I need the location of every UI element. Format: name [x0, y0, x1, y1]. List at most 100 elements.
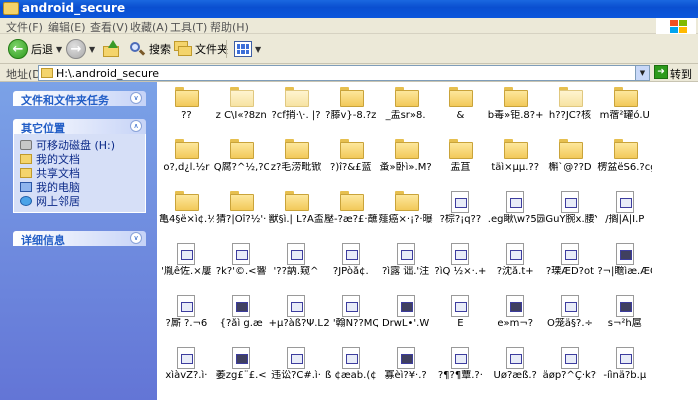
chevron-down-icon[interactable]: ∨	[130, 232, 142, 244]
file-item[interactable]: {?åì g.æ	[214, 290, 269, 342]
address-input[interactable]: H:\.android_secure ▼	[38, 65, 650, 81]
file-item[interactable]: DrwL•'.W	[378, 290, 433, 342]
item-label: 蚤»卧ì».M?	[379, 162, 432, 173]
file-item[interactable]: ?廝 ?.¬6	[159, 290, 214, 342]
file-item[interactable]: äøp?^Ç·k?¶	[543, 342, 597, 394]
search-button[interactable]: 搜索	[128, 38, 171, 60]
folder-icon	[394, 139, 419, 159]
menu-help[interactable]: 帮助(H)	[210, 19, 249, 35]
chevron-down-icon[interactable]: ▼	[635, 66, 649, 80]
file-item[interactable]: ?瑮ÆD?ot	[543, 238, 598, 290]
folder-item[interactable]: ?cf捎·\·. |?	[269, 82, 324, 134]
file-item[interactable]: ìGuY腕x.腰Y	[543, 186, 597, 238]
file-item[interactable]: ß ¢æab.(¢	[323, 342, 378, 394]
folder-item[interactable]: h??JC?核	[543, 82, 598, 134]
folder-item[interactable]: 猜?|Öî?½'·	[214, 186, 269, 238]
folder-item[interactable]: m蓿²罐ó.U	[597, 82, 652, 134]
item-label: 楞盆ëS6.?cg	[597, 162, 653, 173]
file-item[interactable]: ?¶?¶蕈.?·	[433, 342, 488, 394]
folder-item[interactable]: z C\I«?8zn	[214, 82, 269, 134]
folder-item[interactable]: täì×µµ.??	[488, 134, 543, 186]
item-label: 薤癌×·¡?·曝	[378, 214, 433, 225]
chevron-down-icon[interactable]: ∨	[130, 92, 142, 104]
folder-item[interactable]: 蚤»卧ì».M?	[378, 134, 433, 186]
chevron-up-icon[interactable]: ∧	[130, 120, 142, 132]
menu-favorites[interactable]: 收藏(A)	[130, 19, 168, 35]
file-item[interactable]: 寡èì?¥·.?	[378, 342, 433, 394]
tasks-panel-header[interactable]: 文件和文件夹任务 ∨	[13, 91, 146, 107]
place-shared-documents[interactable]: 共享文档	[20, 166, 139, 180]
go-button[interactable]: 转到	[670, 66, 692, 82]
views-button[interactable]: ▼	[234, 38, 261, 60]
file-icon	[232, 295, 251, 317]
place-removable-disk[interactable]: 可移动磁盘 (H:)	[20, 138, 139, 152]
folder-item[interactable]: &	[433, 82, 488, 134]
folder-item[interactable]: 獸§ì.| L?A盃	[269, 186, 323, 238]
folder-item[interactable]: ?)î?&£蓝	[323, 134, 378, 186]
menu-tools[interactable]: 工具(T)	[170, 19, 207, 35]
folder-item[interactable]: ??	[159, 82, 214, 134]
file-item[interactable]: e»m¬?	[488, 290, 543, 342]
item-label: 违讼?C#.ì·	[271, 370, 321, 381]
folder-item[interactable]: 壓-?æ?£·蘸	[323, 186, 378, 238]
file-item[interactable]: .eg瞅\w?5园	[488, 186, 543, 238]
folder-item[interactable]: 盂苴	[433, 134, 488, 186]
folder-item[interactable]: 楞盆ëS6.?cg	[597, 134, 652, 186]
menu-view[interactable]: 查看(V)	[90, 19, 128, 35]
file-item[interactable]: ?ìQ ½×·.+	[433, 238, 488, 290]
place-network[interactable]: 网上邻居	[20, 194, 139, 208]
folder-item[interactable]: z?毛涝毗锨	[269, 134, 324, 186]
folder-item[interactable]: o?,d¿l.½r	[159, 134, 214, 186]
folder-item[interactable]: _盂sr»8.	[378, 82, 433, 134]
folder-item[interactable]: ?藤v}-8.?z	[323, 82, 378, 134]
chevron-down-icon[interactable]: ▼	[56, 45, 62, 54]
file-icon	[615, 191, 634, 213]
file-item[interactable]: ?¬|瞻ìæ.ÆÓ	[597, 238, 652, 290]
other-places-header[interactable]: 其它位置 ∧	[13, 119, 146, 135]
menu-edit[interactable]: 编辑(E)	[48, 19, 86, 35]
folder-item[interactable]: 亀4§ë×ì¢.½缺	[159, 186, 214, 238]
file-item[interactable]: ?ì露 诎.'注	[378, 238, 433, 290]
file-item[interactable]: O笼ä§?.÷	[543, 290, 598, 342]
other-places-list: 可移动磁盘 (H:) 我的文档 共享文档 我的电脑 网上邻居	[13, 134, 146, 213]
file-item[interactable]: '胤ê佐.×屢	[159, 238, 214, 290]
toolbar-separator	[226, 40, 227, 58]
file-icon	[232, 243, 251, 265]
folder-icon	[339, 87, 364, 107]
place-my-documents[interactable]: 我的文档	[20, 152, 139, 166]
file-item[interactable]: '??訥.窥^	[269, 238, 324, 290]
file-item[interactable]: +µ?àß?Ψ.LS	[269, 290, 323, 342]
forward-button[interactable]: → ▼	[66, 38, 95, 60]
folder-item[interactable]: Q腐?^½,?ÓÎ	[214, 134, 269, 186]
file-item[interactable]: ?JPòå¢.	[323, 238, 378, 290]
file-item[interactable]: 萎zg£¨£.<	[214, 342, 269, 394]
go-arrow-icon[interactable]: ➜	[654, 65, 668, 79]
place-my-computer[interactable]: 我的电脑	[20, 180, 139, 194]
details-header[interactable]: 详细信息 ∨	[13, 231, 146, 247]
folders-button[interactable]: 文件夹	[174, 38, 228, 60]
file-list[interactable]: ?? z C\I«?8zn ?cf捎·\·. |? ?藤v}-8.?z _盂sr»8. &…	[157, 82, 698, 400]
folder-item[interactable]: 薤癌×·¡?·曝	[378, 186, 433, 238]
chevron-down-icon[interactable]: ▼	[89, 45, 95, 54]
tasks-panel-title: 文件和文件夹任务	[21, 94, 109, 107]
file-item[interactable]: 2 '翰N??MQc	[323, 290, 378, 342]
folder-icon	[175, 87, 200, 107]
file-item[interactable]: ?k?'©.<響	[214, 238, 269, 290]
file-item[interactable]: 违讼?C#.ì·	[269, 342, 324, 394]
item-label: {?åì g.æ	[219, 318, 263, 329]
file-item[interactable]: ?沈å.t+	[488, 238, 543, 290]
details-title: 详细信息	[21, 234, 65, 247]
folder-item[interactable]: 槲`@??D	[543, 134, 598, 186]
folder-item[interactable]: b毒»钜.8?+>	[488, 82, 543, 134]
file-item[interactable]: E	[433, 290, 488, 342]
file-item[interactable]: ?棕?¡q??	[433, 186, 488, 238]
menu-file[interactable]: 文件(F)	[6, 19, 43, 35]
file-item[interactable]: Uø?æß.?	[488, 342, 543, 394]
file-item[interactable]: -íìnä?b.µ	[597, 342, 652, 394]
up-button[interactable]	[102, 38, 120, 60]
file-item[interactable]: xìàvZ?.ì·	[159, 342, 214, 394]
back-button[interactable]: ← 后退 ▼	[8, 38, 62, 60]
item-label: ?ì露 诎.'注	[381, 266, 430, 277]
file-item[interactable]: /搁|Â|I.P	[597, 186, 652, 238]
file-item[interactable]: s¬­²h扈	[597, 290, 652, 342]
